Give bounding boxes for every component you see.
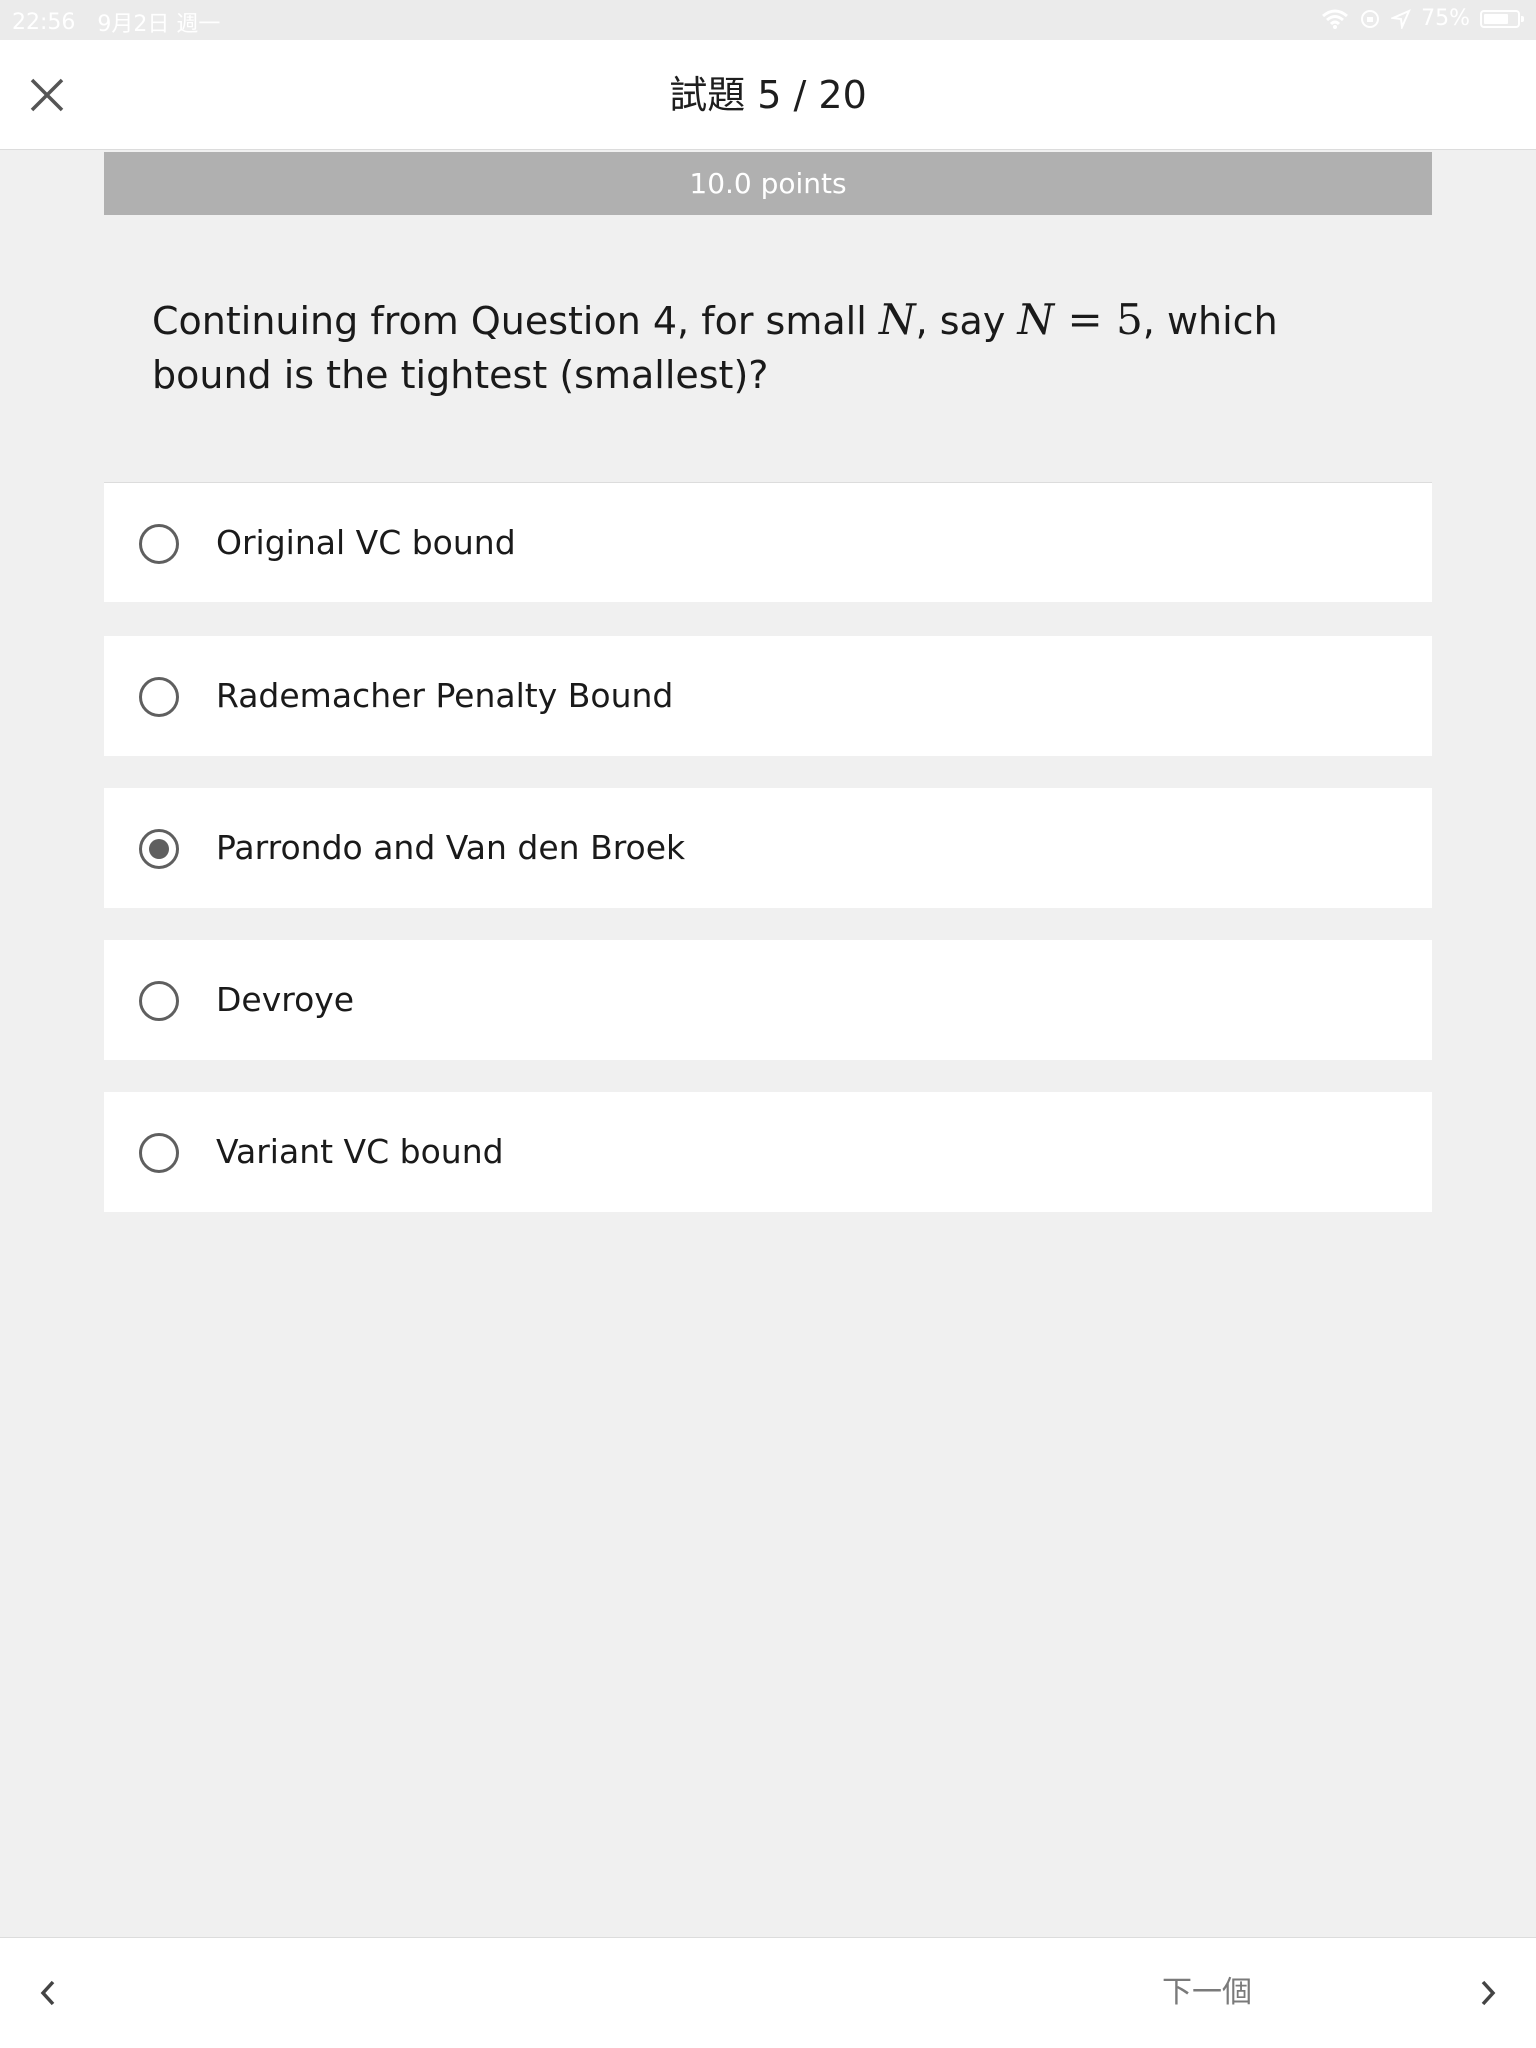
- option-rademacher-penalty-bound[interactable]: Rademacher Penalty Bound: [104, 636, 1432, 756]
- option-parrondo-van-den-broek[interactable]: Parrondo and Van den Broek: [104, 788, 1432, 908]
- radio-button[interactable]: [139, 524, 179, 564]
- battery-fill: [1484, 13, 1508, 24]
- radio-selected-dot: [149, 839, 169, 859]
- bottom-nav-bar: 下一個: [0, 1937, 1536, 2048]
- option-label: Parrondo and Van den Broek: [216, 828, 686, 867]
- math-equation-rhs: 5: [1116, 295, 1143, 344]
- option-variant-vc-bound[interactable]: Variant VC bound: [104, 1092, 1432, 1212]
- battery-tip: [1521, 15, 1524, 22]
- status-right: 75%: [1321, 6, 1524, 31]
- question-text-middle: , say: [915, 299, 1018, 343]
- battery-icon: [1480, 9, 1524, 28]
- option-label: Variant VC bound: [216, 1132, 504, 1171]
- battery-percent: 75%: [1421, 6, 1470, 31]
- status-left: 22:56 9月2日 週一: [12, 6, 220, 38]
- orientation-lock-icon: [1359, 8, 1381, 30]
- next-button[interactable]: [1468, 1968, 1508, 2018]
- chevron-left-icon: [40, 1980, 55, 2006]
- radio-button[interactable]: [139, 677, 179, 717]
- page-title: 試題 5 / 20: [669, 73, 867, 117]
- quiz-header: 試題 5 / 20: [0, 40, 1536, 150]
- next-button-label[interactable]: 下一個: [1162, 1970, 1252, 2016]
- radio-button[interactable]: [139, 981, 179, 1021]
- wifi-icon: [1321, 8, 1349, 30]
- question-text-before: Continuing from Question 4, for small: [152, 299, 879, 343]
- math-equation-lhs: N: [1017, 295, 1055, 344]
- math-equation-operator: =: [1054, 295, 1117, 344]
- question-text: Continuing from Question 4, for small N,…: [152, 293, 1392, 402]
- location-icon: [1391, 8, 1412, 29]
- math-variable-n: N: [878, 295, 916, 344]
- option-label: Devroye: [216, 980, 355, 1019]
- status-date: 9月2日 週一: [97, 12, 221, 37]
- radio-button[interactable]: [139, 1133, 179, 1173]
- previous-button[interactable]: [28, 1968, 68, 2018]
- status-time: 22:56: [12, 9, 76, 35]
- option-label: Rademacher Penalty Bound: [216, 676, 674, 715]
- option-devroye[interactable]: Devroye: [104, 940, 1432, 1060]
- status-bar: 22:56 9月2日 週一 75%: [0, 0, 1536, 40]
- option-label: Original VC bound: [216, 523, 516, 562]
- option-original-vc-bound[interactable]: Original VC bound: [104, 482, 1432, 602]
- chevron-right-icon: [1481, 1980, 1496, 2006]
- radio-button-selected[interactable]: [139, 829, 179, 869]
- points-banner: 10.0 points: [104, 152, 1432, 215]
